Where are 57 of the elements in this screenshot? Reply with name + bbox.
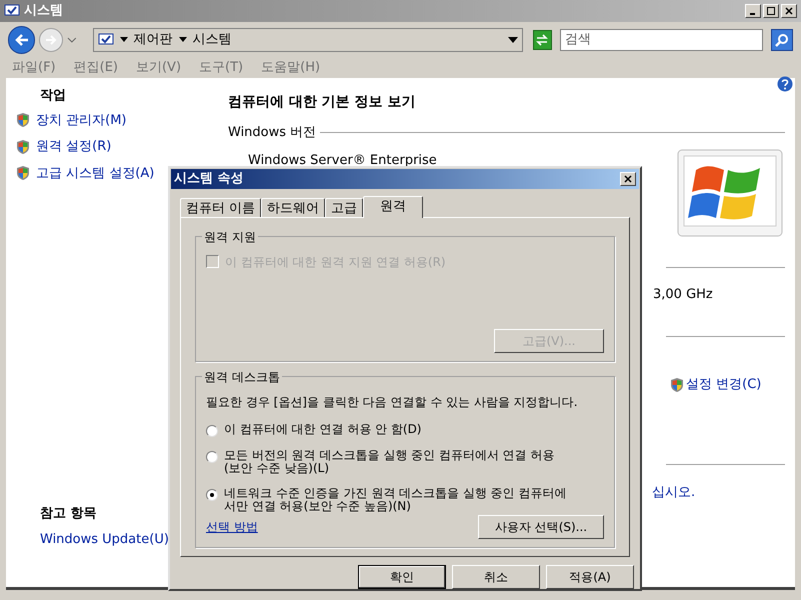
section-title: Windows 버전 <box>228 124 316 142</box>
radio-label: 모든 버전의 원격 데스크톱을 실행 중인 컴퓨터에서 연결 허용 (보안 수준 낮음)(L) <box>224 448 556 475</box>
description-text: 필요한 경우 [옵션]을 클릭한 다음 연결할 수 있는 사람을 지정합니다. <box>206 394 579 411</box>
minimize-button[interactable] <box>745 4 761 18</box>
radio-label: 네트워크 수준 인증을 가진 원격 데스크톱을 실행 중인 컴퓨터에서만 연결 허용(보안 수준 높음)(N) <box>224 486 568 513</box>
maximize-button[interactable] <box>763 4 779 18</box>
tab[interactable]: 하드웨어 <box>261 198 326 217</box>
shield-icon <box>16 112 30 128</box>
tab[interactable]: 원격 <box>363 196 424 218</box>
search-button[interactable] <box>771 28 793 50</box>
edition-text: Windows Server® Enterprise <box>247 152 438 170</box>
radio-button[interactable] <box>206 450 218 463</box>
tab[interactable]: 컴퓨터 이름 <box>180 198 262 217</box>
close-icon <box>785 7 793 15</box>
back-arrow-icon <box>14 34 29 46</box>
help-link[interactable]: 선택 방법 <box>206 518 258 536</box>
select-users-button[interactable]: 사용자 선택(S)... <box>478 514 604 539</box>
dropdown-icon[interactable] <box>66 36 77 42</box>
refresh-button[interactable] <box>532 30 552 50</box>
shield-icon <box>16 165 30 182</box>
task-link[interactable]: 원격 설정(R) <box>36 137 112 156</box>
dialog-button[interactable]: 취소 <box>452 565 540 589</box>
caret-icon[interactable] <box>508 36 518 42</box>
shield-icon <box>16 138 30 155</box>
close-icon <box>624 174 632 183</box>
search-icon <box>775 32 790 46</box>
task-link[interactable]: 장치 관리자(M) <box>36 110 126 130</box>
task-link[interactable]: 고급 시스템 설정(A) <box>36 164 154 183</box>
breadcrumb[interactable]: 시스템 <box>192 30 232 50</box>
radio-label: 이 컴퓨터에 대한 연결 허용 안 함(D) <box>224 422 422 436</box>
dialog-button[interactable]: 적용(A) <box>546 565 634 589</box>
forward-arrow-icon <box>45 34 58 44</box>
address-bar[interactable]: 제어판 시스템 <box>92 28 523 52</box>
radio-button[interactable] <box>206 424 218 437</box>
monitor-logo-icon <box>676 148 784 238</box>
sidebar-heading: 작업 <box>39 87 67 105</box>
processor-speed: 3,00 GHz <box>653 286 713 304</box>
help-icon[interactable] <box>777 76 793 92</box>
maximize-icon <box>767 7 775 15</box>
close-button[interactable] <box>781 4 797 18</box>
caret-icon[interactable] <box>178 37 187 42</box>
radio-button[interactable] <box>206 488 218 501</box>
window-title: 시스템 <box>24 2 63 20</box>
refresh-icon <box>535 34 550 46</box>
close-button[interactable] <box>620 172 636 186</box>
dialog-title: 시스템 속성 <box>174 170 244 188</box>
partial-text: 십시오. <box>652 484 696 502</box>
page-heading: 컴퓨터에 대한 기본 정보 보기 <box>228 93 416 112</box>
breadcrumb[interactable]: 제어판 <box>134 30 173 50</box>
back-button[interactable] <box>8 26 36 54</box>
shield-icon <box>670 376 684 393</box>
dialog-button[interactable]: 확인 <box>358 565 446 589</box>
change-settings-link[interactable]: 설정 변경(C) <box>686 375 762 394</box>
sidebar-heading: 참고 항목 <box>39 505 98 523</box>
tab[interactable]: 고급 <box>325 198 364 217</box>
caret-icon[interactable] <box>120 37 128 42</box>
search-field[interactable]: 검색 <box>560 28 764 50</box>
